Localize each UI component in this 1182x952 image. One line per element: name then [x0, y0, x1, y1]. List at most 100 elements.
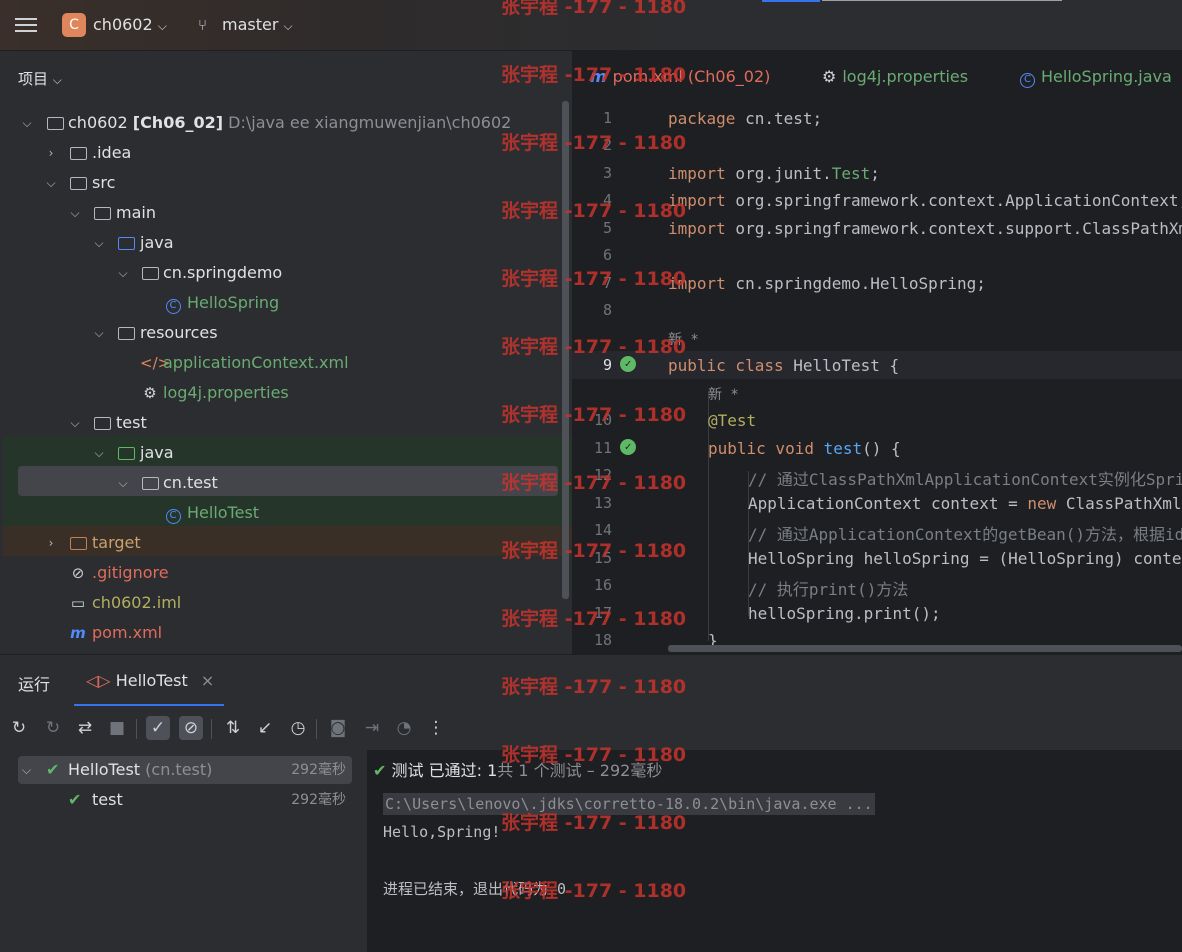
tree-item-iml[interactable]: ▭ ch0602.iml [0, 588, 572, 618]
history-icon[interactable]: ◷ [286, 716, 310, 740]
project-switcher[interactable]: ch0602 ⌵ [93, 15, 167, 34]
watermark: 张宇程 -177 - 1180 [501, 676, 687, 698]
branch-name: master [222, 15, 279, 34]
code-line: package cn.test; [668, 109, 823, 128]
tree-item-test[interactable]: ⌵ test [0, 408, 572, 438]
tab-log4j[interactable]: ⚙ log4j.properties [822, 67, 968, 86]
tree-label: HelloTest [187, 503, 260, 522]
console-output-line: Hello,Spring! [383, 823, 501, 841]
tree-item-gitignore[interactable]: ⊘ .gitignore [0, 558, 572, 588]
collapse-all-icon[interactable]: ↙ [253, 716, 277, 740]
run-test-method-icon[interactable]: ✓ [620, 439, 636, 455]
editor-horizontal-scrollbar[interactable] [668, 645, 1182, 652]
more-options-icon[interactable]: ⋮ [424, 716, 448, 740]
project-badge[interactable]: C [62, 13, 86, 37]
tree-item-target[interactable]: › target [0, 528, 572, 558]
tab-label: log4j.properties [842, 67, 969, 86]
line-number: 16 [593, 576, 612, 594]
tree-item-log4j[interactable]: ⚙ log4j.properties [0, 378, 572, 408]
gear-icon: ⚙ [143, 384, 157, 402]
close-icon[interactable]: × [201, 671, 214, 690]
tree-label: java [140, 233, 174, 252]
tree-label: java [140, 443, 174, 462]
tree-label: resources [140, 323, 218, 342]
tree-item-main[interactable]: ⌵ main [0, 198, 572, 228]
chevron-right-icon[interactable]: › [44, 528, 58, 558]
code-line: import cn.springdemo.HelloSpring; [668, 274, 986, 293]
tree-item-ch0602[interactable]: ⌵ ch0602 [Ch06_02] D:\java ee xiangmuwen… [0, 108, 572, 138]
tree-item-cn-springdemo[interactable]: ⌵ cn.springdemo [0, 258, 572, 288]
branch-switcher[interactable]: master ⌵ [222, 15, 293, 34]
rerun-icon[interactable]: ↻ [7, 716, 31, 740]
import-tests-icon[interactable]: ⇥ [360, 716, 384, 740]
folder-icon [92, 198, 112, 228]
package-icon [140, 468, 160, 498]
chevron-right-icon[interactable]: › [44, 138, 58, 168]
line-number: 13 [593, 494, 612, 512]
tree-item-cn-test[interactable]: ⌵ cn.test [0, 468, 572, 498]
toggle-auto-test-icon[interactable]: ⇄ [73, 716, 97, 740]
tree-label: ch0602 [Ch06_02] D:\java ee xiangmuwenji… [68, 113, 512, 132]
tree-item-src[interactable]: ⌵ src [0, 168, 572, 198]
code-editor[interactable]: 1 2 3 4 5 6 7 8 9 10 11 12 13 14 15 16 1… [572, 101, 1182, 654]
show-passed-icon[interactable]: ✓ [146, 716, 170, 740]
tree-label: ch0602.iml [92, 593, 182, 612]
chevron-down-icon[interactable]: ⌵ [116, 468, 130, 498]
tree-item-applicationcontext[interactable]: </> applicationContext.xml [0, 348, 572, 378]
watermark: 张宇程 -177 - 1180 [501, 472, 687, 494]
camera-icon[interactable]: ◙ [326, 716, 350, 740]
watermark: 张宇程 -177 - 1180 [501, 268, 687, 290]
run-tab-hellotest[interactable]: ◁▷ HelloTest × [86, 671, 214, 690]
code-line: import org.springframework.context.Appli… [668, 191, 1182, 210]
tab-hellospring[interactable]: C HelloSpring.java [1020, 67, 1172, 88]
tree-item-hellospring[interactable]: C HelloSpring [0, 288, 572, 318]
folder-icon [68, 168, 88, 198]
coverage-icon[interactable]: ◔ [392, 716, 416, 740]
show-ignored-icon[interactable]: ⊘ [179, 716, 203, 740]
code-line: import org.junit.Test; [668, 164, 880, 183]
test-result-test[interactable]: ✔ test 292毫秒 [18, 786, 352, 814]
main-menu-icon[interactable] [15, 15, 37, 35]
sort-icon[interactable]: ⇅ [221, 716, 245, 740]
chevron-down-icon[interactable]: ⌵ [68, 408, 82, 438]
code-line: import org.springframework.context.suppo… [668, 219, 1182, 238]
watermark: 张宇程 -177 - 1180 [501, 812, 687, 834]
run-console[interactable]: ✔ 测试 已通过: 1共 1 个测试 – 292毫秒 C:\Users\leno… [368, 750, 1182, 952]
line-number: 11 [593, 439, 612, 457]
rerun-failed-icon[interactable]: ↻ [41, 716, 65, 740]
chevron-down-icon[interactable]: ⌵ [22, 756, 31, 784]
tree-label: cn.test [163, 473, 218, 492]
project-panel-title[interactable]: 项目 ⌵ [18, 68, 62, 89]
project-tree: ⌵ ch0602 [Ch06_02] D:\java ee xiangmuwen… [0, 101, 572, 654]
tree-label: HelloSpring [187, 293, 280, 312]
stop-icon[interactable]: ■ [105, 716, 129, 740]
code-line: // 执行print()方法 [748, 580, 909, 599]
test-results-tree: ⌵ ✔ HelloTest (cn.test) 292毫秒 ✔ test 292… [0, 750, 368, 952]
chevron-down-icon[interactable]: ⌵ [44, 168, 58, 198]
project-panel-title-text: 项目 [18, 70, 49, 88]
gear-icon: ⚙ [822, 67, 837, 86]
tree-item-hellotest[interactable]: C HelloTest [0, 498, 572, 528]
tree-item-resources[interactable]: ⌵ resources [0, 318, 572, 348]
progress-accent [762, 0, 820, 2]
tree-item-main-java[interactable]: ⌵ java [0, 228, 572, 258]
tree-item-idea[interactable]: › .idea [0, 138, 572, 168]
chevron-down-icon[interactable]: ⌵ [92, 228, 106, 258]
chevron-down-icon[interactable]: ⌵ [68, 198, 82, 228]
chevron-down-icon[interactable]: ⌵ [20, 108, 34, 138]
test-result-hellotest[interactable]: ⌵ ✔ HelloTest (cn.test) 292毫秒 [18, 756, 352, 784]
xml-file-icon: </> [140, 354, 171, 372]
source-folder-icon [116, 228, 136, 258]
tree-label: .idea [92, 143, 132, 162]
tree-item-test-java[interactable]: ⌵ java [0, 438, 572, 468]
tree-label: cn.springdemo [163, 263, 283, 282]
tree-item-pom[interactable]: m pom.xml [0, 618, 572, 648]
tree-label: src [92, 173, 116, 192]
chevron-down-icon[interactable]: ⌵ [116, 258, 130, 288]
line-number: 18 [593, 631, 612, 649]
chevron-down-icon[interactable]: ⌵ [92, 318, 106, 348]
project-name: ch0602 [93, 15, 153, 34]
toolbar-separator [316, 719, 317, 739]
chevron-down-icon[interactable]: ⌵ [92, 438, 106, 468]
chevron-down-icon: ⌵ [157, 19, 167, 33]
